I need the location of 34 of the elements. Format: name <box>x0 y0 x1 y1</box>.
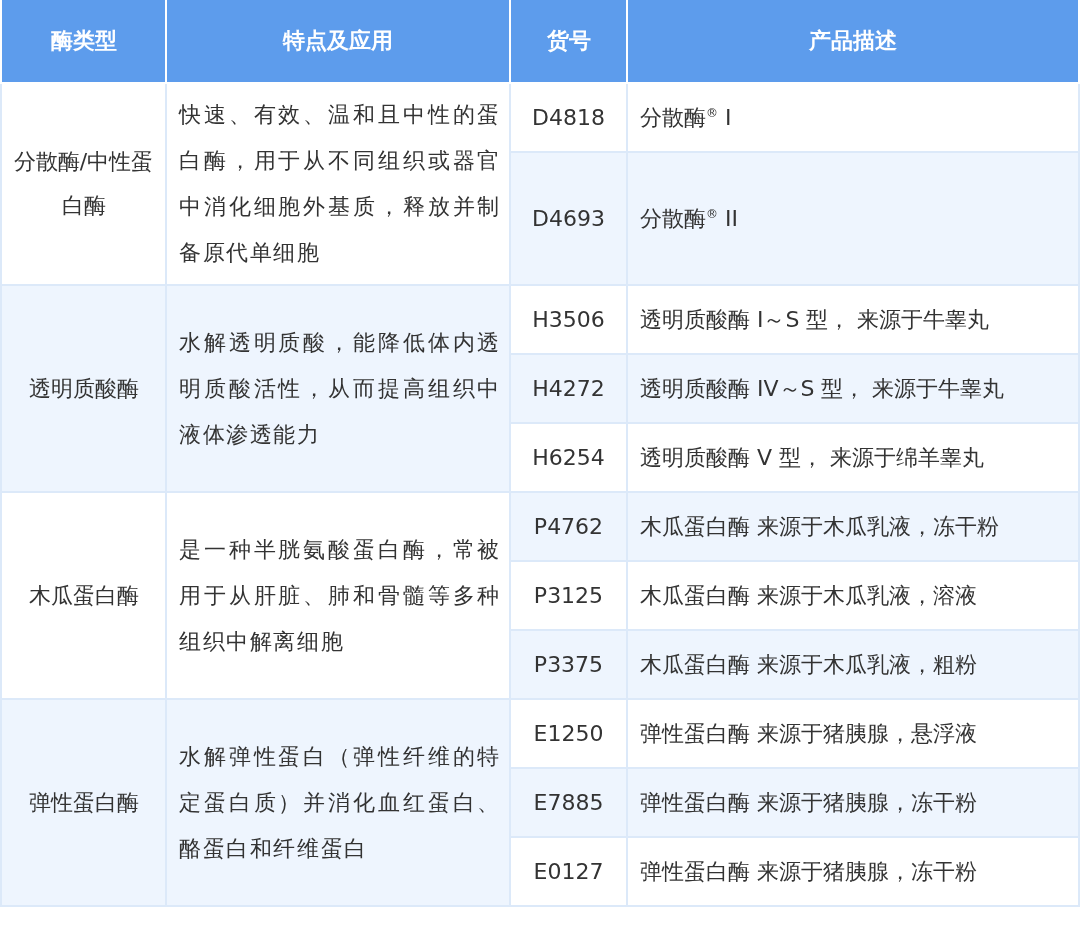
table-cell: E7885 <box>510 768 627 837</box>
table-cell: H6254 <box>510 423 627 492</box>
table-cell: 水解弹性蛋白（弹性纤维的特定蛋白质）并消化血红蛋白、酪蛋白和纤维蛋白 <box>166 699 510 906</box>
table-cell: 弹性蛋白酶 来源于猪胰腺，悬浮液 <box>627 699 1079 768</box>
table-cell: P3125 <box>510 561 627 630</box>
table-cell: D4818 <box>510 83 627 152</box>
column-header: 酶类型 <box>1 0 166 83</box>
table-cell: 木瓜蛋白酶 来源于木瓜乳液，冻干粉 <box>627 492 1079 561</box>
table-cell: P4762 <box>510 492 627 561</box>
table-cell: 木瓜蛋白酶 <box>1 492 166 699</box>
table-cell: 水解透明质酸，能降低体内透明质酸活性，从而提高组织中液体渗透能力 <box>166 285 510 492</box>
table-cell: 木瓜蛋白酶 来源于木瓜乳液，粗粉 <box>627 630 1079 699</box>
table-cell: D4693 <box>510 152 627 285</box>
table-cell: E0127 <box>510 837 627 906</box>
table-cell: 弹性蛋白酶 来源于猪胰腺，冻干粉 <box>627 837 1079 906</box>
table-cell: H3506 <box>510 285 627 354</box>
table-cell: 透明质酸酶 I～S 型， 来源于牛睾丸 <box>627 285 1079 354</box>
table-cell: 分散酶$^{®}$ II <box>627 152 1079 285</box>
table-cell: 透明质酸酶 <box>1 285 166 492</box>
table-cell: 透明质酸酶 V 型， 来源于绵羊睾丸 <box>627 423 1079 492</box>
column-header: 产品描述 <box>627 0 1079 83</box>
table-cell: 分散酶$^{®}$ I <box>627 83 1079 152</box>
table-cell: 木瓜蛋白酶 来源于木瓜乳液，溶液 <box>627 561 1079 630</box>
table-cell: H4272 <box>510 354 627 423</box>
table-cell: 透明质酸酶 IV～S 型， 来源于牛睾丸 <box>627 354 1079 423</box>
table-cell: 是一种半胱氨酸蛋白酶，常被用于从肝脏、肺和骨髓等多种组织中解离细胞 <box>166 492 510 699</box>
column-header: 特点及应用 <box>166 0 510 83</box>
table-cell: 快速、有效、温和且中性的蛋白酶，用于从不同组织或器官中消化细胞外基质，释放并制备原代单细胞 <box>166 83 510 285</box>
table-cell: 分散酶/中性蛋白酶 <box>1 83 166 285</box>
table-cell: P3375 <box>510 630 627 699</box>
table-cell: E1250 <box>510 699 627 768</box>
column-header: 货号 <box>510 0 627 83</box>
table-cell: 弹性蛋白酶 来源于猪胰腺，冻干粉 <box>627 768 1079 837</box>
table-cell: 弹性蛋白酶 <box>1 699 166 906</box>
